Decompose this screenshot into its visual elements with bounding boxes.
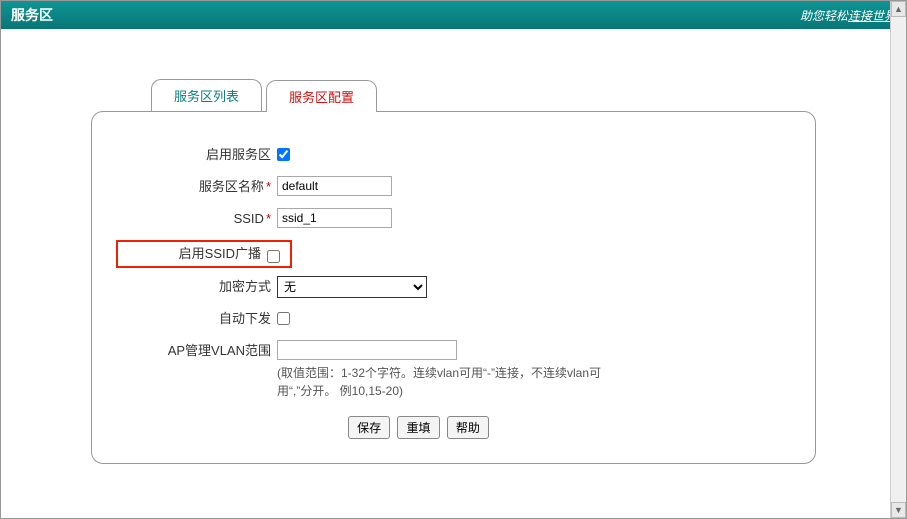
ssid-input[interactable] — [277, 208, 392, 228]
page-header: 服务区 助您轻松连接世界 — [1, 1, 906, 29]
ap-vlan-input[interactable] — [277, 340, 457, 360]
config-panel: 启用服务区 服务区名称* SSID* 启用SSID广播 加密方式 无 — [91, 111, 816, 464]
ssid-broadcast-highlight: 启用SSID广播 — [116, 240, 292, 268]
auto-deliver-label: 自动下发 — [122, 308, 277, 330]
button-row: 保存 重填 帮助 — [52, 416, 785, 439]
scroll-up-icon[interactable]: ▲ — [891, 1, 906, 17]
encryption-select[interactable]: 无 — [277, 276, 427, 298]
tab-bar: 服务区列表 服务区配置 — [151, 79, 816, 111]
enable-service-area-checkbox[interactable] — [277, 148, 290, 161]
reset-button[interactable]: 重填 — [397, 416, 439, 439]
save-button[interactable]: 保存 — [348, 416, 390, 439]
ap-vlan-note: (取值范围：1-32个字符。连续vlan可用“-”连接，不连续vlan可用“,”… — [277, 364, 627, 400]
scroll-down-icon[interactable]: ▼ — [891, 502, 906, 518]
header-slogan: 助您轻松连接世界 — [800, 7, 896, 24]
tab-service-area-list[interactable]: 服务区列表 — [151, 79, 262, 111]
auto-deliver-checkbox[interactable] — [277, 312, 290, 325]
service-area-name-label: 服务区名称* — [122, 176, 277, 198]
tab-service-area-config[interactable]: 服务区配置 — [266, 80, 377, 112]
vertical-scrollbar[interactable]: ▲ ▼ — [890, 1, 906, 518]
enable-service-area-label: 启用服务区 — [122, 144, 277, 166]
help-button[interactable]: 帮助 — [447, 416, 489, 439]
ssid-label: SSID* — [122, 208, 277, 230]
enable-ssid-broadcast-checkbox[interactable] — [267, 250, 280, 263]
ap-vlan-label: AP管理VLAN范围 — [122, 340, 277, 362]
encryption-label: 加密方式 — [122, 276, 277, 298]
enable-ssid-broadcast-label: 启用SSID广播 — [118, 243, 267, 265]
service-area-name-input[interactable] — [277, 176, 392, 196]
page-title: 服务区 — [11, 5, 53, 25]
